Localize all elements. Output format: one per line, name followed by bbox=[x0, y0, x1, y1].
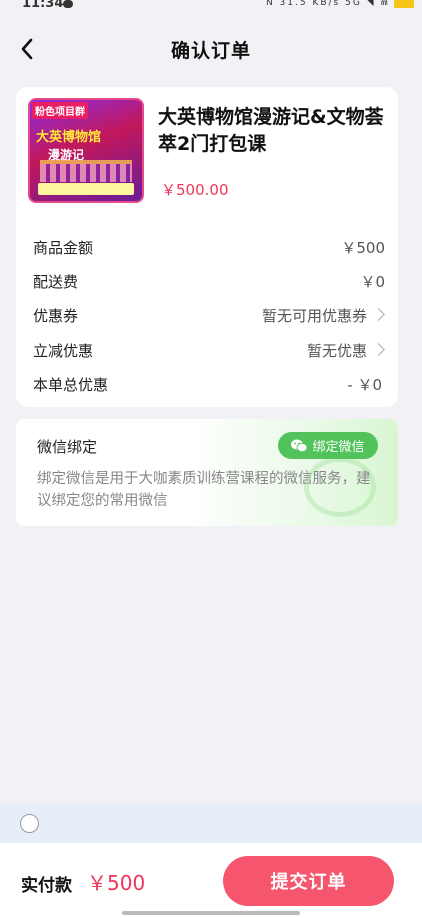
pay-label: 实付款 bbox=[21, 876, 72, 896]
home-indicator[interactable] bbox=[122, 911, 300, 915]
submit-order-button[interactable]: 提交订单 bbox=[223, 856, 394, 906]
product-price: ￥500.00 bbox=[161, 181, 229, 199]
product-image-banner bbox=[38, 183, 134, 195]
fee-row-instant-discount[interactable]: 立减优惠 暂无优惠 bbox=[33, 340, 385, 362]
fee-row-goods-amount: 商品金额 ￥500 bbox=[33, 237, 385, 259]
product-image[interactable]: 粉色项目群 大英博物馆 漫游记 bbox=[28, 98, 144, 203]
bottom-bar: 实付款 ￥500 提交订单 bbox=[0, 843, 422, 918]
bind-wechat-label: 绑定微信 bbox=[312, 440, 365, 455]
wechat-binding-card: 微信绑定 绑定微信 绑定微信是用于大咖素质训练营课程的微信服务，建议绑定您的常用… bbox=[16, 419, 398, 526]
order-card: 粉色项目群 大英博物馆 漫游记 大英博物馆漫游记&文物荟萃2门打包课 ￥500.… bbox=[16, 87, 398, 407]
fee-value: - ￥0 bbox=[347, 376, 382, 394]
fee-label: 配送费 bbox=[33, 273, 79, 291]
fee-row-coupon[interactable]: 优惠券 暂无可用优惠券 bbox=[33, 305, 385, 327]
fee-row-total-discount: 本单总优惠 - ￥0 bbox=[33, 374, 385, 396]
product-title: 大英博物馆漫游记&文物荟萃2门打包课 bbox=[158, 106, 384, 155]
agreement-bar bbox=[0, 803, 422, 843]
fee-value: ￥0 bbox=[360, 273, 385, 291]
product-image-tag: 粉色项目群 bbox=[32, 102, 88, 119]
notification-dot-icon bbox=[63, 0, 73, 8]
fee-label: 商品金额 bbox=[33, 239, 94, 257]
museum-graphic bbox=[40, 160, 132, 182]
status-time: 11:34 bbox=[22, 0, 64, 11]
wechat-icon bbox=[291, 439, 308, 452]
fee-label: 优惠券 bbox=[33, 307, 79, 325]
fee-label: 立减优惠 bbox=[33, 342, 94, 360]
status-icons: N 31.5 KB/s 5G ◥ ⋒ bbox=[265, 0, 390, 8]
pay-amount: ￥500 bbox=[87, 871, 146, 895]
wechat-binding-description: 绑定微信是用于大咖素质训练营课程的微信服务，建议绑定您的常用微信 bbox=[37, 471, 371, 509]
status-bar: 11:34 N 31.5 KB/s 5G ◥ ⋒ bbox=[0, 0, 422, 14]
chevron-right-icon bbox=[372, 308, 385, 321]
fee-row-delivery: 配送费 ￥0 bbox=[33, 271, 385, 293]
chevron-right-icon bbox=[372, 343, 385, 356]
page-title: 确认订单 bbox=[170, 40, 251, 62]
product-image-title: 大英博物馆 bbox=[36, 130, 102, 145]
bind-wechat-button[interactable]: 绑定微信 bbox=[278, 432, 378, 459]
agreement-radio[interactable] bbox=[20, 814, 39, 833]
fee-label: 本单总优惠 bbox=[33, 376, 109, 394]
fee-value: 暂无可用优惠券 bbox=[261, 307, 367, 325]
battery-icon bbox=[394, 0, 414, 8]
wechat-binding-title: 微信绑定 bbox=[37, 438, 98, 456]
fee-value: ￥500 bbox=[341, 239, 385, 257]
fee-value: 暂无优惠 bbox=[306, 342, 367, 360]
nav-bar: 确认订单 bbox=[0, 28, 422, 72]
